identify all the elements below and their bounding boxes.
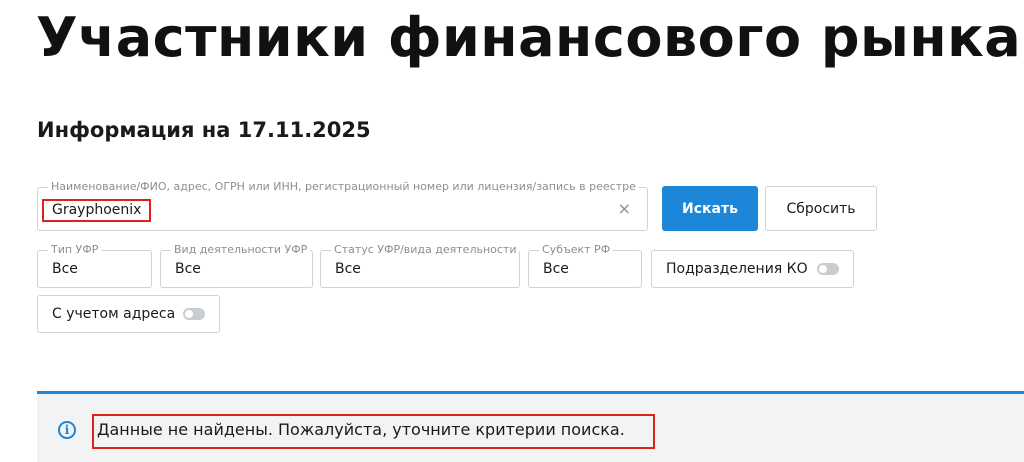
filter-activity-type[interactable]: Вид деятельности УФР Все: [160, 243, 313, 288]
search-input[interactable]: [44, 199, 610, 221]
clear-icon[interactable]: ×: [618, 200, 631, 218]
filter-ufr-type-value: Все: [52, 261, 78, 277]
filter-ufr-type[interactable]: Тип УФР Все: [37, 243, 152, 288]
filter-status[interactable]: Статус УФР/вида деятельности Все: [320, 243, 520, 288]
search-button[interactable]: Искать: [662, 186, 758, 231]
search-field-label: Наименование/ФИО, адрес, ОГРН или ИНН, р…: [48, 180, 639, 194]
filter-status-value: Все: [335, 261, 361, 277]
toggle-ko-divisions[interactable]: Подразделения КО: [651, 250, 854, 288]
toggle-with-address-label: С учетом адреса: [52, 306, 176, 322]
filter-status-label: Статус УФР/вида деятельности: [331, 243, 520, 257]
reset-button[interactable]: Сбросить: [765, 186, 877, 231]
info-date: Информация на 17.11.2025: [37, 118, 371, 142]
no-results-message: Данные не найдены. Пожалуйста, уточните …: [97, 420, 625, 439]
toggle-knob: [185, 310, 193, 318]
filter-activity-type-label: Вид деятельности УФР: [171, 243, 311, 257]
toggle-knob: [819, 265, 827, 273]
toggle-ko-divisions-label: Подразделения КО: [666, 261, 808, 277]
filter-activity-type-value: Все: [175, 261, 201, 277]
toggle-with-address-switch[interactable]: [183, 308, 205, 320]
filter-ufr-type-label: Тип УФР: [48, 243, 102, 257]
search-field: Наименование/ФИО, адрес, ОГРН или ИНН, р…: [37, 180, 648, 231]
info-icon: i: [58, 421, 76, 439]
filter-region-label: Субъект РФ: [539, 243, 614, 257]
page-title: Участники финансового рынка: [36, 6, 1022, 69]
toggle-ko-divisions-switch[interactable]: [817, 263, 839, 275]
filter-region[interactable]: Субъект РФ Все: [528, 243, 642, 288]
toggle-with-address[interactable]: С учетом адреса: [37, 295, 220, 333]
filter-region-value: Все: [543, 261, 569, 277]
